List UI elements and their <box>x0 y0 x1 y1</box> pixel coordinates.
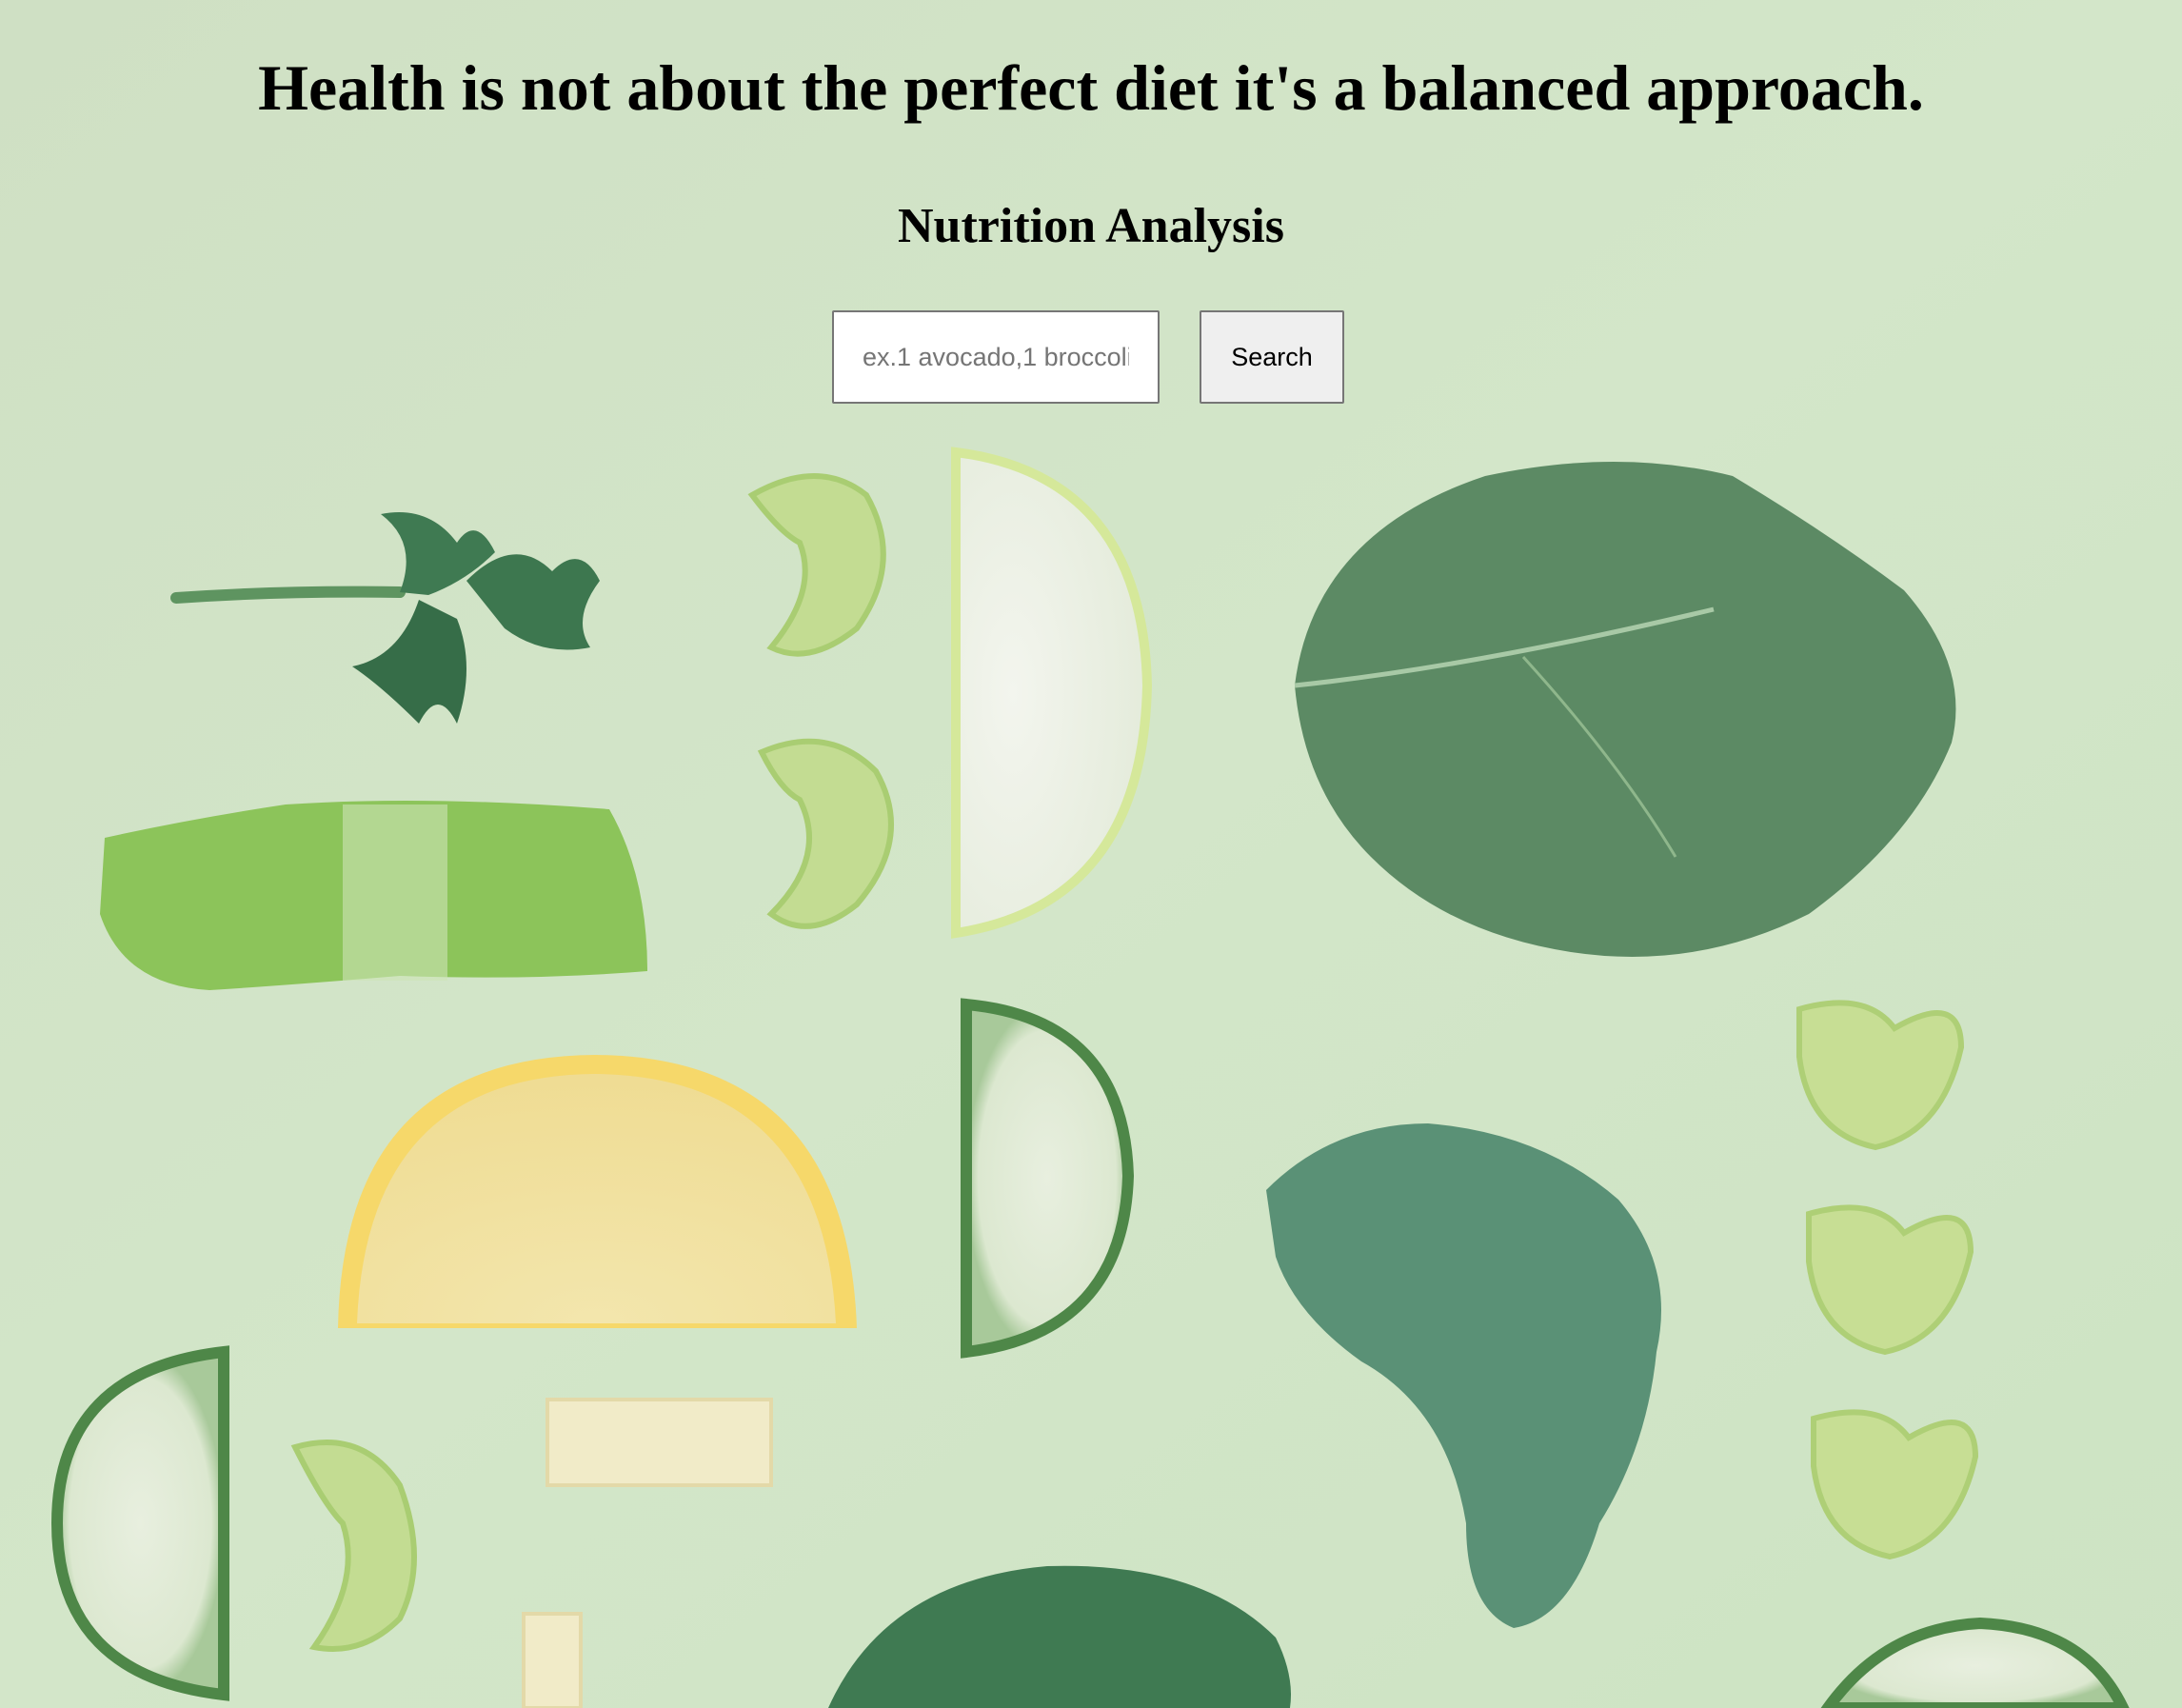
food-search-input[interactable] <box>832 310 1160 404</box>
search-button[interactable]: Search <box>1200 310 1344 404</box>
page-title: Nutrition Analysis <box>898 199 1284 253</box>
quote-headline: Health is not about the perfect diet it'… <box>258 51 1924 124</box>
